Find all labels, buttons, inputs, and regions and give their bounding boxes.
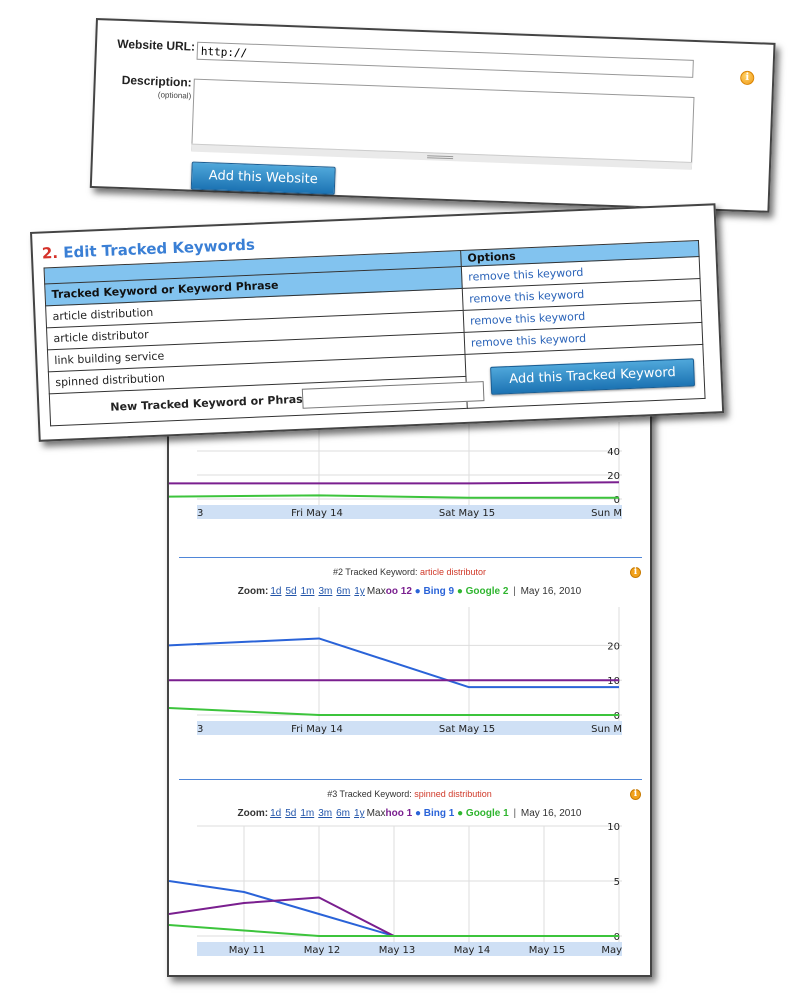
- x-tick-label: Sat May 15: [439, 724, 495, 735]
- remove-keyword-link[interactable]: remove this keyword: [469, 288, 585, 306]
- x-tick-label: 3: [197, 508, 203, 519]
- y-tick-label: 20: [607, 641, 620, 652]
- section-title: Edit Tracked Keywords: [62, 235, 256, 262]
- legend-max-label: Max: [366, 808, 386, 819]
- y-tick-label: 20: [607, 471, 620, 482]
- x-tick-label: Sun M: [591, 724, 622, 735]
- y-tick-label: 0: [614, 711, 620, 722]
- divider: [179, 557, 642, 558]
- separator: |: [510, 808, 519, 819]
- legend-yahoo: oo 12: [385, 586, 412, 597]
- series-line-yahoo: [169, 481, 620, 485]
- zoom-link-1y[interactable]: 1y: [354, 808, 365, 819]
- chart-3-title: #3 Tracked Keyword: spinned distribution: [169, 789, 650, 799]
- series-line-yahoo: [169, 494, 619, 499]
- zoom-link-1m[interactable]: 1m: [301, 586, 315, 597]
- x-tick-label: May 13: [379, 945, 416, 956]
- y-tick-label: 10: [607, 676, 620, 687]
- x-tick-label: May 11: [229, 945, 266, 956]
- y-tick-label: 40: [607, 447, 620, 458]
- x-tick-label: Sat May 15: [439, 508, 495, 519]
- remove-keyword-link[interactable]: remove this keyword: [468, 266, 584, 284]
- section-number: 2.: [41, 243, 59, 263]
- zoom-label: Zoom:: [237, 586, 269, 597]
- zoom-link-1y[interactable]: 1y: [354, 586, 365, 597]
- zoom-link-6m[interactable]: 6m: [336, 808, 350, 819]
- legend-google: ● Google 2: [454, 586, 509, 597]
- x-axis-band: [197, 721, 622, 735]
- y-tick-label: 0: [614, 495, 620, 506]
- chart-3: 10 5 0 May 11 May 12 May 13 May 14 May 15 May: [169, 822, 622, 956]
- new-keyword-label: New Tracked Keyword or Phrase:: [110, 392, 315, 414]
- x-tick-label: Fri May 14: [291, 508, 343, 519]
- info-icon[interactable]: i: [739, 70, 755, 86]
- zoom-link-6m[interactable]: 6m: [336, 586, 350, 597]
- legend-bing: ● Bing 1: [412, 808, 455, 819]
- zoom-link-3m[interactable]: 3m: [318, 808, 332, 819]
- y-tick-label: 0: [614, 932, 620, 943]
- zoom-link-1m[interactable]: 1m: [300, 808, 314, 819]
- info-icon[interactable]: i: [630, 789, 641, 800]
- zoom-label: Zoom:: [237, 808, 269, 819]
- legend-yahoo: hoo 1: [385, 808, 413, 819]
- chart-title-prefix: #3 Tracked Keyword:: [327, 789, 412, 799]
- divider: [179, 779, 642, 780]
- x-tick-label: May 12: [304, 945, 341, 956]
- legend-google: ● Google 1: [454, 808, 509, 819]
- zoom-link-3m[interactable]: 3m: [318, 586, 332, 597]
- zoom-link-1d[interactable]: 1d: [270, 586, 281, 597]
- keyword-charts-panel: 40 20 0 3 Fri May 14 Sat May 15 Sun M #2 Track…: [167, 400, 652, 977]
- legend-max-label: Max: [366, 586, 386, 597]
- x-tick-label: May 15: [529, 945, 566, 956]
- y-tick-label: 10: [607, 822, 620, 833]
- website-url-label: Website URL:: [117, 36, 196, 54]
- zoom-link-1d[interactable]: 1d: [270, 808, 281, 819]
- separator: |: [510, 586, 519, 597]
- x-tick-label: May: [601, 945, 622, 956]
- chart-title-prefix: #2 Tracked Keyword:: [332, 567, 418, 577]
- series-line-google: [169, 707, 619, 716]
- keywords-table: Options Tracked Keyword or Keyword Phras…: [43, 240, 706, 426]
- section-heading: 2. Edit Tracked Keywords: [42, 236, 256, 263]
- zoom-link-5d[interactable]: 5d: [285, 808, 296, 819]
- website-url-input[interactable]: [196, 41, 694, 78]
- info-icon[interactable]: i: [630, 567, 641, 578]
- remove-keyword-link[interactable]: remove this keyword: [471, 332, 587, 350]
- y-tick-label: 5: [614, 877, 620, 888]
- zoom-link-5d[interactable]: 5d: [285, 586, 296, 597]
- chart-date: May 16, 2010: [520, 808, 582, 819]
- chart-2: 20 10 0 3 Fri May 14 Sat May 15 Sun M: [169, 607, 622, 735]
- new-keyword-input[interactable]: [301, 381, 485, 409]
- remove-keyword-link[interactable]: remove this keyword: [470, 310, 586, 328]
- edit-keywords-panel: 2. Edit Tracked Keywords Options Tracked…: [30, 203, 725, 442]
- add-website-button[interactable]: Add this Website: [190, 161, 336, 195]
- add-website-form: Website URL: Description: (optional) Add…: [89, 18, 776, 213]
- legend-bing: ● Bing 9: [411, 586, 455, 597]
- add-keyword-button[interactable]: Add this Tracked Keyword: [490, 357, 696, 395]
- chart-keyword: article distributor: [420, 567, 487, 577]
- chart-3-zoom-bar: Zoom: 1d 5d 1m 3m 6m 1y Maxhoo 1 ● Bing 1 ● Goo…: [169, 808, 650, 819]
- description-hint: (optional): [157, 90, 192, 101]
- x-axis-band: [197, 505, 622, 519]
- chart-keyword: spinned distribution: [414, 789, 492, 799]
- chart-1: 40 20 0 3 Fri May 14 Sat May 15 Sun M: [169, 422, 622, 519]
- chart-2-title: #2 Tracked Keyword: article distributor: [169, 567, 650, 577]
- x-tick-label: Sun M: [591, 508, 622, 519]
- table-cell: Add this Tracked Keyword: [465, 344, 706, 409]
- x-tick-label: Fri May 14: [291, 724, 343, 735]
- x-tick-label: 3: [197, 724, 203, 735]
- description-label: Description:: [121, 72, 192, 90]
- chart-2-zoom-bar: Zoom: 1d 5d 1m 3m 6m 1y Maxoo 12 ● Bing 9 ● Goo…: [169, 586, 650, 597]
- x-tick-label: May 14: [454, 945, 491, 956]
- chart-date: May 16, 2010: [520, 586, 582, 597]
